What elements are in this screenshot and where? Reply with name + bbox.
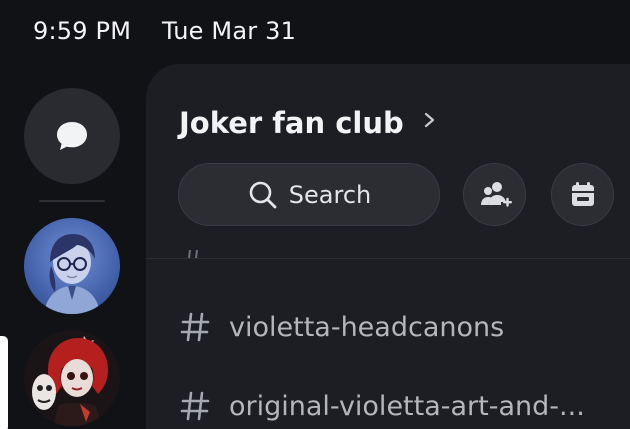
server-avatar-red-hair-art[interactable] [24,330,120,426]
events-button[interactable] [551,163,614,226]
chat-bubble-icon [57,122,87,150]
search-label: Search [288,180,372,209]
search-button[interactable]: Search [178,163,440,226]
invite-members-button[interactable] [463,163,526,226]
discord-screen: 9:59 PM Tue Mar 31 Joker fan club Search… [0,0,630,429]
direct-messages-button[interactable] [24,88,120,184]
calendar-icon [571,181,594,206]
server-rail [0,64,146,429]
channel-item-violetta-headcanons[interactable]: violetta-headcanons [146,301,630,353]
channel-name: original-violetta-art-and-... [229,390,585,422]
search-icon [249,181,277,208]
hash-icon [180,391,210,421]
channel-item-original-violetta-art[interactable]: original-violetta-art-and-... [146,380,630,429]
status-date: Tue Mar 31 [162,17,297,45]
header-divider [146,258,630,259]
chevron-right-icon[interactable] [422,108,438,132]
selected-server-indicator [0,336,8,429]
channel-name: violetta-headcanons [229,311,505,343]
server-name[interactable]: Joker fan club [179,106,404,140]
status-bar: 9:59 PM Tue Mar 31 [0,0,630,64]
avatar-image [24,218,120,314]
add-member-icon [480,181,512,207]
server-avatar-portrait-glasses[interactable] [24,218,120,314]
channel-panel: Joker fan club Search violetta-headcanon… [146,64,630,429]
status-time: 9:59 PM [33,17,132,45]
hash-icon [180,312,210,342]
rail-divider [39,200,105,202]
avatar-image [24,330,120,426]
